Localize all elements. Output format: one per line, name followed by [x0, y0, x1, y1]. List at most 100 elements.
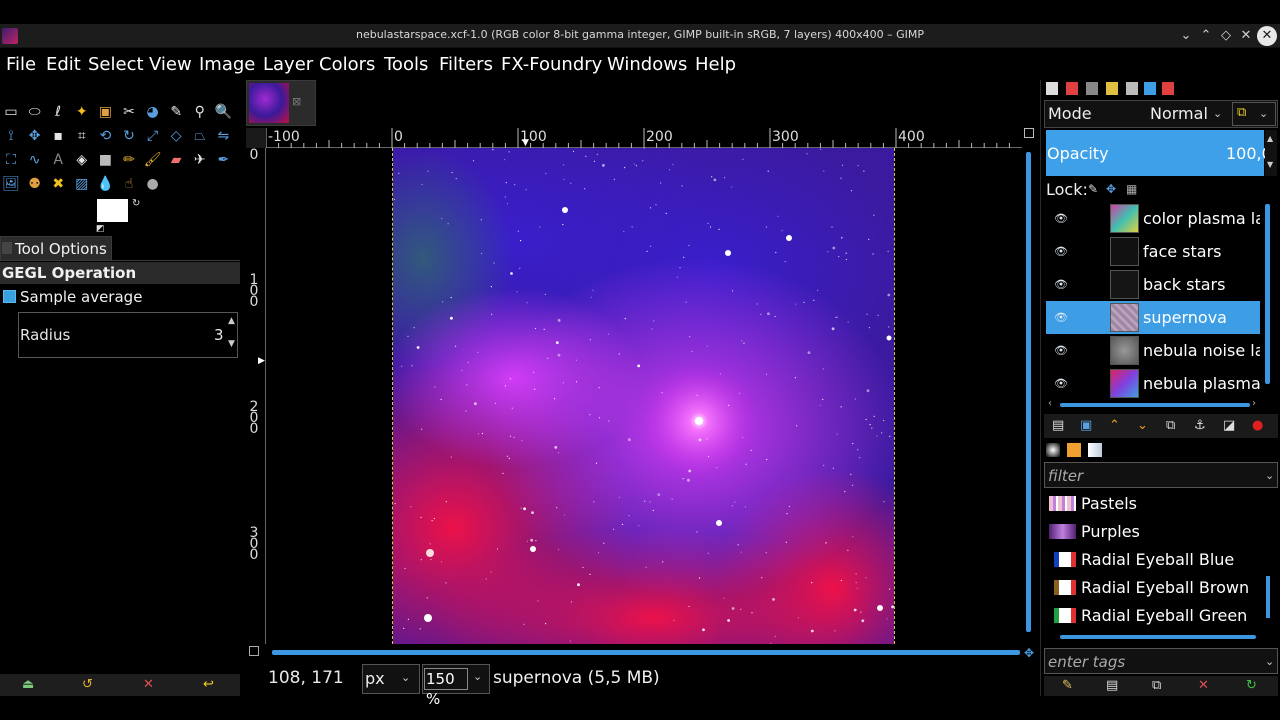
blur-icon[interactable]: 💧: [96, 175, 114, 193]
perspective-icon[interactable]: ⏢: [191, 127, 209, 145]
menu-view[interactable]: View: [149, 54, 192, 75]
free-select-icon[interactable]: ℓ: [49, 103, 67, 121]
colormap-tab-icon[interactable]: [1126, 82, 1138, 95]
move-icon[interactable]: ✥: [26, 127, 44, 145]
unit-dropdown[interactable]: px ⌄: [362, 664, 420, 694]
rotate-icon[interactable]: ↻: [120, 127, 138, 145]
menu-select[interactable]: Select: [88, 54, 144, 75]
list-item[interactable]: Pastels: [1046, 490, 1260, 518]
menu-fx-foundry[interactable]: FX-Foundry: [501, 54, 602, 75]
vertical-scrollbar-thumb[interactable]: [1026, 152, 1031, 632]
list-item[interactable]: Radial Eyeball Blue: [1046, 546, 1260, 574]
composite-mode-button[interactable]: ⧉ ⌄: [1232, 102, 1276, 126]
image-canvas[interactable]: [392, 148, 895, 644]
airbrush-icon[interactable]: ✈: [191, 151, 209, 169]
mode-value[interactable]: Normal: [1150, 104, 1208, 123]
histogram-tab-icon[interactable]: [1162, 82, 1174, 95]
tab-close-icon[interactable]: ⊠: [292, 95, 301, 108]
navigate-icon[interactable]: ✥: [1024, 646, 1034, 660]
layers-hscrollbar-thumb[interactable]: [1060, 403, 1250, 407]
paintbrush-icon[interactable]: 🖌: [144, 151, 162, 169]
unified-transform-icon[interactable]: ⟲: [96, 127, 114, 145]
brushes-tab-icon[interactable]: [1046, 443, 1060, 457]
crop-icon[interactable]: ⌗: [73, 127, 91, 145]
sample-average-checkbox[interactable]: [3, 290, 16, 303]
pencil-icon[interactable]: ✏: [120, 151, 138, 169]
cage-icon[interactable]: ⛶: [2, 151, 20, 169]
dodge-burn-icon[interactable]: ●: [144, 175, 162, 193]
align-icon[interactable]: ▪: [49, 127, 67, 145]
color-select-icon[interactable]: ▣: [96, 103, 114, 121]
scale-icon[interactable]: ⤢: [144, 127, 162, 145]
eye-icon[interactable]: 👁: [1054, 212, 1068, 225]
undo-tab-icon[interactable]: [1106, 82, 1118, 95]
close-window-button[interactable]: ✕: [1257, 26, 1277, 46]
ellipse-select-icon[interactable]: ⬭: [26, 103, 44, 121]
color-picker-icon[interactable]: ⚲: [191, 103, 209, 121]
foreground-select-icon[interactable]: ◕: [144, 103, 162, 121]
chevron-down-icon[interactable]: ⌄: [473, 670, 482, 683]
channels-tab-icon[interactable]: [1066, 82, 1078, 95]
gradient-icon[interactable]: ■: [96, 151, 114, 169]
reset-colors-icon[interactable]: ◩: [96, 224, 105, 234]
keep-above-button[interactable]: ◇: [1218, 28, 1234, 44]
layers-tab-icon[interactable]: [1046, 82, 1058, 95]
foreground-color-swatch[interactable]: [97, 199, 128, 222]
measure-icon[interactable]: ⟟: [2, 127, 20, 145]
eye-icon[interactable]: 👁: [1054, 377, 1068, 390]
list-item[interactable]: Radial Eyeball Brown: [1046, 574, 1260, 602]
radius-value[interactable]: 3: [214, 326, 224, 344]
gradients-hscrollbar-thumb[interactable]: [1060, 635, 1256, 639]
reset-options-icon[interactable]: ↩: [203, 677, 214, 692]
zoom-fit-icon[interactable]: [1024, 128, 1034, 138]
clone-icon[interactable]: ⚉: [26, 175, 44, 193]
new-layer-icon[interactable]: ▤: [1052, 418, 1064, 433]
layer-row[interactable]: 👁 color plasma layer: [1046, 202, 1260, 235]
menu-filters[interactable]: Filters: [439, 54, 493, 75]
chevron-down-icon[interactable]: ⌄: [1213, 107, 1222, 120]
radius-increment-icon[interactable]: ▲: [228, 316, 235, 326]
patterns-tab-icon[interactable]: [1067, 443, 1081, 457]
menu-file[interactable]: File: [6, 54, 36, 75]
smudge-icon[interactable]: ☝: [120, 175, 138, 193]
eye-icon[interactable]: 👁: [1054, 278, 1068, 291]
eye-icon[interactable]: 👁: [1054, 311, 1068, 324]
menu-edit[interactable]: Edit: [46, 54, 81, 75]
edit-gradient-icon[interactable]: ✎: [1062, 678, 1073, 693]
vertical-ruler[interactable]: 0 100 200 300 ▶: [246, 148, 266, 644]
refresh-gradients-icon[interactable]: ↻: [1246, 678, 1257, 693]
gradients-scrollbar-thumb[interactable]: [1266, 576, 1270, 618]
raise-layer-icon[interactable]: ⌃: [1109, 418, 1120, 433]
bucket-fill-icon[interactable]: ◈: [73, 151, 91, 169]
zoom-icon[interactable]: 🔍: [214, 103, 232, 121]
sample-average-label[interactable]: Sample average: [20, 288, 142, 306]
new-gradient-icon[interactable]: ▤: [1106, 678, 1118, 693]
layer-row[interactable]: 👁 nebula noise layer: [1046, 334, 1260, 367]
mypaint-brush-icon[interactable]: 🖼: [2, 175, 20, 193]
fuzzy-select-icon[interactable]: ✦: [73, 103, 91, 121]
layer-row[interactable]: 👁 supernova: [1046, 301, 1260, 334]
eye-icon[interactable]: 👁: [1054, 344, 1068, 357]
opacity-spinner[interactable]: ▲ ▼: [1265, 130, 1277, 176]
lock-position-icon[interactable]: ✥: [1106, 182, 1116, 196]
text-icon[interactable]: A: [49, 151, 67, 169]
list-item[interactable]: Purples: [1046, 518, 1260, 546]
menu-layer[interactable]: Layer: [263, 54, 313, 75]
ink-icon[interactable]: ✒: [214, 151, 232, 169]
tab-tool-options[interactable]: Tool Options: [0, 236, 112, 260]
horizontal-ruler[interactable]: -100 0 100 200 300 400 ▼: [266, 128, 1022, 148]
filter-input[interactable]: filter ⌄: [1044, 462, 1278, 488]
gradients-tab-icon[interactable]: [1088, 443, 1102, 457]
duplicate-gradient-icon[interactable]: ⧉: [1152, 678, 1161, 693]
more-button[interactable]: ✕: [1238, 28, 1254, 44]
rect-select-icon[interactable]: ▭: [2, 103, 20, 121]
delete-layer-icon[interactable]: ●: [1252, 418, 1263, 433]
lock-alpha-icon[interactable]: ▦: [1126, 182, 1137, 196]
eraser-icon[interactable]: ▰: [167, 151, 185, 169]
anchor-layer-icon[interactable]: ⚓: [1194, 418, 1206, 433]
radius-decrement-icon[interactable]: ▼: [228, 339, 235, 349]
lock-pixels-icon[interactable]: ✎: [1088, 182, 1098, 196]
paths-tab-icon[interactable]: [1086, 82, 1098, 95]
paths-icon[interactable]: ✎: [167, 103, 185, 121]
menu-image[interactable]: Image: [199, 54, 255, 75]
